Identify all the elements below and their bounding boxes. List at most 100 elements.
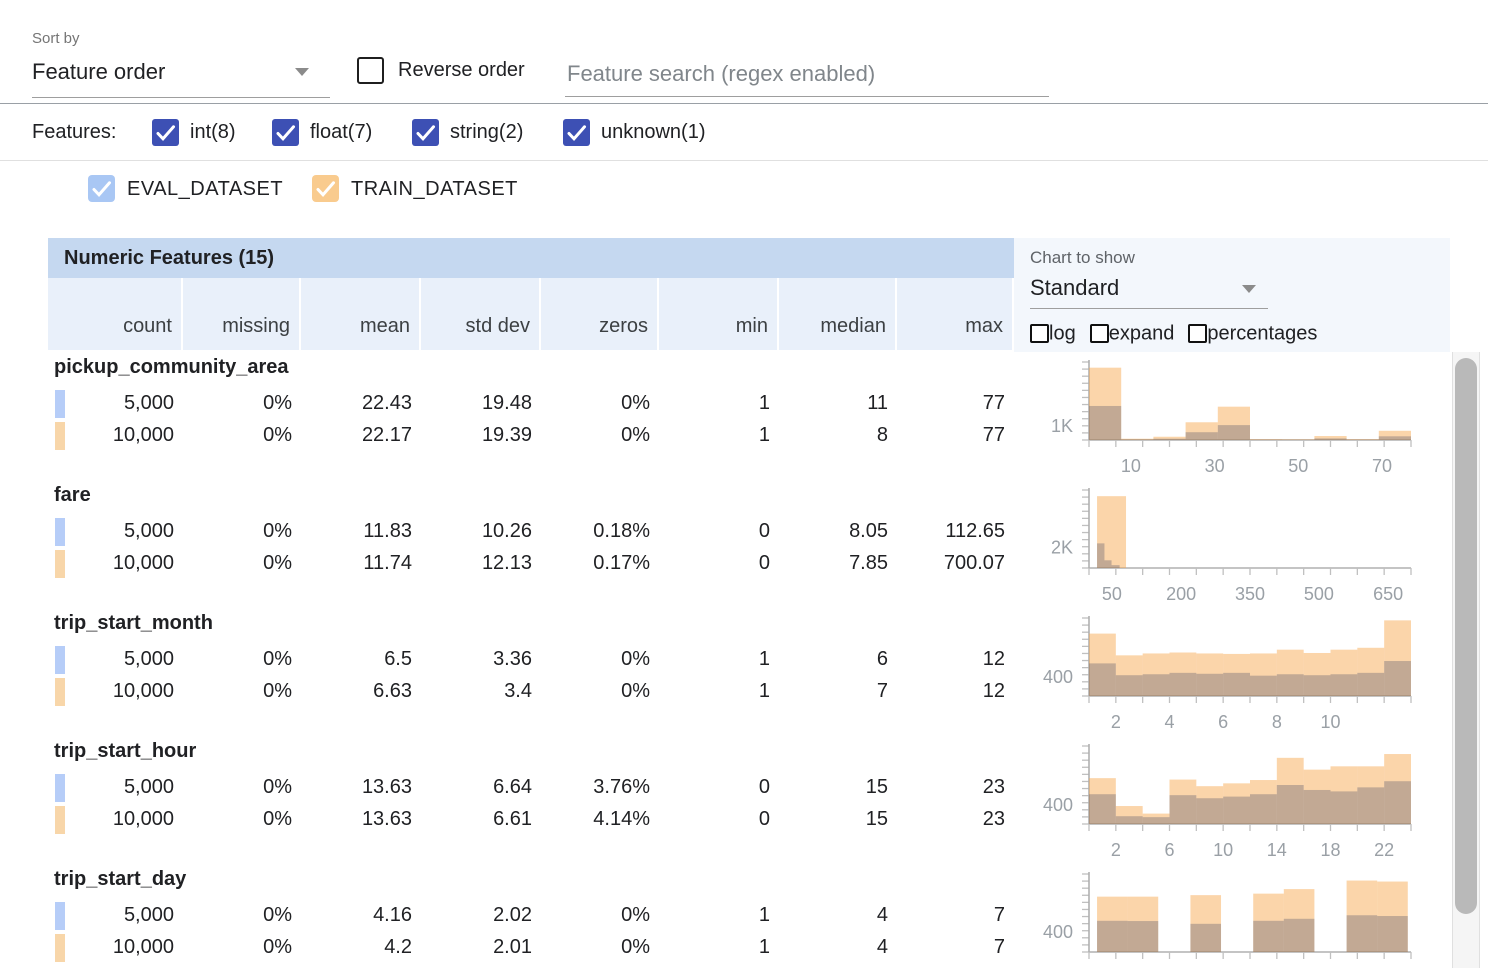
stat-value: 0 — [659, 808, 770, 831]
toggle-label: percentages — [1207, 322, 1317, 344]
stat-value: 4.16 — [301, 904, 412, 927]
svg-text:650: 650 — [1373, 584, 1403, 604]
column-header-label: mean — [360, 315, 410, 338]
expand-checkbox[interactable] — [1090, 324, 1109, 343]
histogram-pickup_community_area: 1K10305070 — [1014, 352, 1450, 480]
eval_dataset-checkbox[interactable] — [88, 175, 115, 202]
toggle-expand: expand — [1090, 325, 1175, 342]
stat-value: 2.01 — [421, 936, 532, 959]
column-header-label: median — [820, 315, 886, 338]
stat-value: 7.85 — [779, 552, 888, 575]
divider — [0, 160, 1488, 161]
svg-text:6: 6 — [1218, 712, 1228, 732]
feature-type-label: float(7) — [310, 121, 372, 144]
feature-type-checkbox-float[interactable] — [272, 119, 299, 146]
stat-value: 15 — [779, 808, 888, 831]
column-header-zeros: zeros — [541, 278, 657, 350]
feature-row-trip_start_month: trip_start_month5,0000%6.53.360%161210,0… — [48, 608, 1014, 736]
feature-type-checkbox-unknown[interactable] — [563, 119, 590, 146]
stat-value: 0% — [541, 424, 650, 447]
percentages-checkbox[interactable] — [1188, 324, 1207, 343]
column-header-label: min — [736, 315, 768, 338]
stat-value: 0% — [183, 520, 292, 543]
stat-value: 112.65 — [897, 520, 1005, 543]
column-header-label: std dev — [466, 315, 530, 338]
stat-value: 5,000 — [48, 392, 174, 415]
column-header-median: median — [779, 278, 895, 350]
svg-text:8: 8 — [1272, 712, 1282, 732]
feature-type-label: string(2) — [450, 121, 523, 144]
stat-value: 0% — [541, 648, 650, 671]
stat-value: 1 — [659, 936, 770, 959]
column-header-label: missing — [222, 315, 290, 338]
stat-value: 23 — [897, 776, 1005, 799]
scrollbar-thumb[interactable] — [1455, 358, 1477, 914]
svg-text:22: 22 — [1374, 840, 1394, 860]
stat-value: 11 — [779, 392, 888, 415]
stat-value: 6 — [779, 648, 888, 671]
svg-text:50: 50 — [1102, 584, 1122, 604]
stat-value: 0.18% — [541, 520, 650, 543]
feature-type-label: unknown(1) — [601, 121, 706, 144]
stat-value: 1 — [659, 648, 770, 671]
svg-text:70: 70 — [1372, 456, 1392, 476]
sort-by-select[interactable]: Feature order — [32, 52, 330, 98]
chart-controls-panel: Chart to show Standard logexpandpercenta… — [1014, 238, 1450, 352]
reverse-order-label: Reverse order — [398, 59, 525, 82]
stat-value: 2.02 — [421, 904, 532, 927]
stat-value: 0% — [183, 776, 292, 799]
stat-value: 10,000 — [48, 552, 174, 575]
svg-text:2: 2 — [1111, 840, 1121, 860]
stat-value: 0% — [183, 936, 292, 959]
reverse-order-checkbox[interactable] — [357, 57, 384, 84]
feature-name: trip_start_month — [54, 612, 213, 635]
stat-value: 3.4 — [421, 680, 532, 703]
stat-value: 0% — [183, 904, 292, 927]
stat-value: 10,000 — [48, 424, 174, 447]
train_dataset-checkbox[interactable] — [312, 175, 339, 202]
svg-text:10: 10 — [1121, 456, 1141, 476]
chart-toggle-row: logexpandpercentages — [1030, 322, 1331, 345]
stat-value: 0.17% — [541, 552, 650, 575]
sort-by-value: Feature order — [32, 59, 165, 85]
svg-text:30: 30 — [1205, 456, 1225, 476]
svg-text:14: 14 — [1267, 840, 1287, 860]
feature-row-trip_start_day: trip_start_day5,0000%4.162.020%14710,000… — [48, 864, 1014, 968]
svg-text:4: 4 — [1164, 712, 1174, 732]
stat-value: 0 — [659, 776, 770, 799]
svg-text:50: 50 — [1288, 456, 1308, 476]
chart-type-select[interactable]: Standard — [1030, 272, 1268, 309]
log-checkbox[interactable] — [1030, 324, 1049, 343]
feature-type-checkbox-string[interactable] — [412, 119, 439, 146]
features-filter-label: Features: — [32, 121, 116, 144]
search-input[interactable] — [565, 52, 1049, 97]
stat-value: 11.83 — [301, 520, 412, 543]
chevron-down-icon — [1242, 285, 1256, 293]
stat-value: 19.48 — [421, 392, 532, 415]
stat-value: 4 — [779, 936, 888, 959]
stat-value: 19.39 — [421, 424, 532, 447]
stat-value: 10,000 — [48, 808, 174, 831]
column-header-max: max — [897, 278, 1012, 350]
feature-name: trip_start_day — [54, 868, 186, 891]
stat-value: 22.17 — [301, 424, 412, 447]
stat-value: 10,000 — [48, 680, 174, 703]
stat-value: 7 — [897, 904, 1005, 927]
stat-value: 0% — [183, 552, 292, 575]
svg-text:350: 350 — [1235, 584, 1265, 604]
stat-value: 10,000 — [48, 936, 174, 959]
stat-value: 8 — [779, 424, 888, 447]
stat-value: 10.26 — [421, 520, 532, 543]
stat-value: 1 — [659, 904, 770, 927]
divider — [0, 103, 1488, 104]
svg-text:400: 400 — [1043, 795, 1073, 815]
svg-text:200: 200 — [1166, 584, 1196, 604]
dataset-label: TRAIN_DATASET — [351, 178, 518, 201]
feature-type-checkbox-int[interactable] — [152, 119, 179, 146]
stat-value: 4.2 — [301, 936, 412, 959]
svg-text:10: 10 — [1213, 840, 1233, 860]
vertical-scrollbar[interactable] — [1452, 352, 1480, 968]
toggle-label: expand — [1109, 322, 1175, 344]
feature-charts: 1K103050702K5020035050065040024681040026… — [1014, 352, 1450, 968]
stat-value: 0% — [541, 392, 650, 415]
